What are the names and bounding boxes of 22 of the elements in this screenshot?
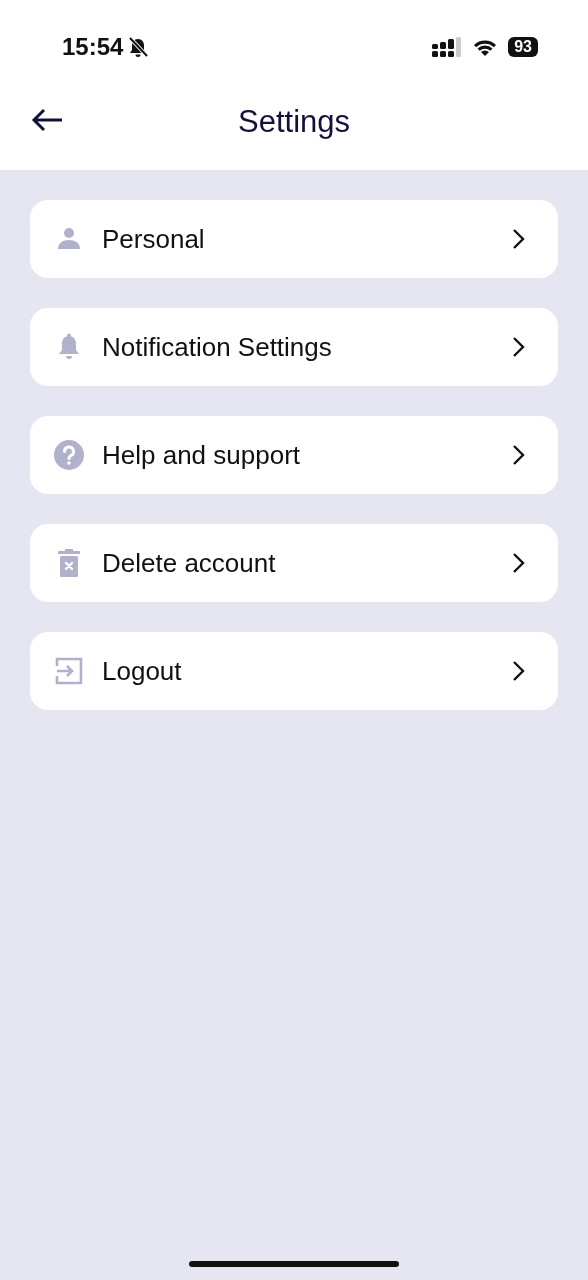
- battery-indicator: 93: [508, 37, 538, 57]
- muted-bell-icon: [127, 36, 150, 58]
- person-icon: [56, 226, 82, 252]
- chevron-icon: [512, 228, 526, 250]
- trash-icon: [58, 549, 80, 577]
- back-arrow-icon: [31, 108, 63, 132]
- status-time: 15:54: [62, 33, 124, 61]
- logout-icon: [55, 657, 83, 685]
- settings-item[interactable]: Personal: [30, 200, 558, 278]
- back-button[interactable]: [31, 108, 63, 132]
- help-icon: [54, 440, 84, 470]
- chevron-icon: [512, 336, 526, 358]
- settings-item[interactable]: Logout: [30, 632, 558, 710]
- chevron-icon: [512, 444, 526, 466]
- chevron-icon: [512, 552, 526, 574]
- bell-icon: [56, 333, 82, 361]
- settings-item[interactable]: Notification Settings: [30, 308, 558, 386]
- settings-item[interactable]: Help and support: [30, 416, 558, 494]
- settings-item[interactable]: Delete account: [30, 524, 558, 602]
- page-title: Settings: [238, 104, 350, 140]
- signal-icon: [432, 37, 463, 57]
- chevron-icon: [512, 660, 526, 682]
